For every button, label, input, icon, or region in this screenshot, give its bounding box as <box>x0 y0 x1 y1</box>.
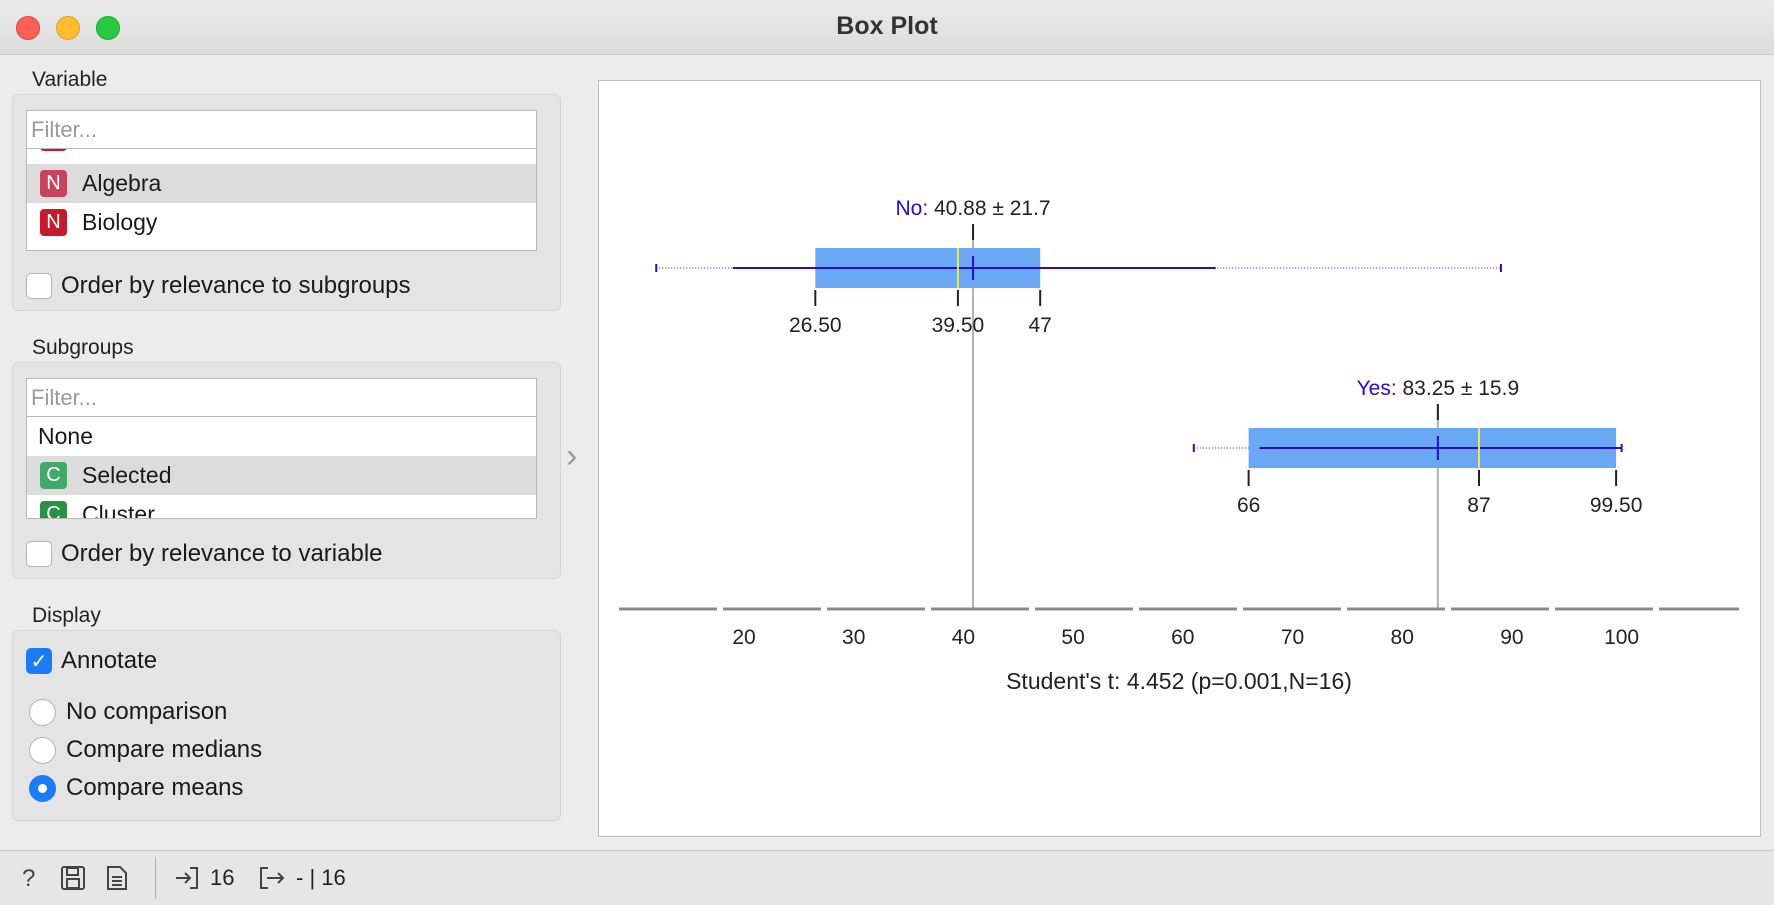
output-count: - | 16 <box>296 865 346 890</box>
mean-value: 40.88 ± 21.7 <box>934 197 1051 220</box>
box-plot-chart: No: 40.88 ± 21.7 26.50 39.50 47 Yes: 83.25 ±… <box>619 197 1739 694</box>
subgroups-list[interactable]: None C Selected C Cluster <box>26 417 537 519</box>
subgroup-item-selected[interactable]: C Selected <box>27 456 536 495</box>
series-name: No: <box>895 197 934 220</box>
numeric-variable-icon: N <box>40 209 67 236</box>
collapse-panel-chevron-icon[interactable]: › <box>566 437 577 476</box>
annotate-label: Annotate <box>61 647 158 674</box>
subgroup-item-none[interactable]: None <box>27 417 536 456</box>
subgroup-item-label: Cluster <box>82 501 155 519</box>
x-tick-label: 20 <box>732 626 755 649</box>
variable-item-biology[interactable]: N Biology <box>27 203 536 242</box>
annotate-checkbox[interactable]: ✓ <box>26 648 52 674</box>
box-plot-area: No: 40.88 ± 21.7 26.50 39.50 47 Yes: 83.25 ±… <box>598 80 1761 837</box>
input-count: 16 <box>210 865 235 890</box>
x-tick-label: 30 <box>842 626 865 649</box>
status-bar: ? 16 - | 16 <box>0 850 1774 905</box>
title-bar: Box Plot <box>0 0 1774 55</box>
x-tick-label: 70 <box>1281 626 1304 649</box>
annotate-row[interactable]: ✓ Annotate <box>26 647 157 675</box>
report-icon[interactable] <box>105 865 129 898</box>
numeric-variable-icon: N <box>40 149 67 151</box>
subgroup-item-label: None <box>38 423 93 449</box>
q1-label: 26.50 <box>789 314 842 337</box>
order-by-relevance-subgroups-row[interactable]: Order by relevance to subgroups <box>26 272 411 300</box>
subgroups-filter-input[interactable] <box>26 378 537 417</box>
q3-label: 99.50 <box>1590 494 1643 517</box>
q1-label: 66 <box>1237 494 1260 517</box>
x-tick-label: 60 <box>1171 626 1194 649</box>
no-comparison-label: No comparison <box>66 698 228 725</box>
compare-medians-radio[interactable] <box>29 736 56 764</box>
window-title: Box Plot <box>836 12 938 40</box>
order-by-relevance-variable-label: Order by relevance to variable <box>61 540 383 567</box>
status-separator <box>155 857 156 899</box>
median-label: 39.50 <box>932 314 985 337</box>
x-tick-label: 80 <box>1391 626 1414 649</box>
no-comparison-option[interactable]: No comparison <box>29 698 227 726</box>
display-section-label: Display <box>32 604 101 627</box>
subgroup-item-label: Selected <box>82 462 172 488</box>
compare-medians-option[interactable]: Compare medians <box>29 736 262 764</box>
save-icon[interactable] <box>60 865 86 898</box>
variable-list[interactable]: N N Algebra N Biology <box>26 149 537 251</box>
categorical-variable-icon: C <box>40 462 67 489</box>
output-icon <box>258 865 286 898</box>
subgroups-section-label: Subgroups <box>32 336 134 359</box>
variable-item-label: Algebra <box>82 170 162 196</box>
input-icon <box>174 865 200 898</box>
variable-filter-input[interactable] <box>26 110 537 149</box>
statistic-text: Student's t: 4.452 (p=0.001,N=16) <box>1006 668 1352 694</box>
mean-value: 83.25 ± 15.9 <box>1403 377 1520 400</box>
list-item-partial: N <box>27 149 536 157</box>
series-name: Yes: <box>1357 377 1403 400</box>
order-by-relevance-variable-checkbox[interactable] <box>26 541 52 567</box>
compare-means-option[interactable]: Compare means <box>29 774 243 802</box>
compare-means-label: Compare means <box>66 774 244 801</box>
compare-means-radio[interactable] <box>29 774 56 802</box>
help-icon[interactable]: ? <box>22 865 35 893</box>
no-comparison-radio[interactable] <box>29 698 56 726</box>
order-by-relevance-subgroups-label: Order by relevance to subgroups <box>61 272 411 299</box>
variable-item-label: Biology <box>82 209 158 235</box>
mean-label: Yes: 83.25 ± 15.9 <box>1357 377 1520 400</box>
categorical-variable-icon: C <box>40 501 67 518</box>
variable-item-algebra[interactable]: N Algebra <box>27 164 536 203</box>
x-tick-label: 40 <box>952 626 975 649</box>
order-by-relevance-variable-row[interactable]: Order by relevance to variable <box>26 540 383 568</box>
numeric-variable-icon: N <box>40 170 67 197</box>
variable-section-label: Variable <box>32 68 108 91</box>
box-plot-window: Box Plot Variable N N Algebra N Biology … <box>0 0 1774 905</box>
q3-label: 47 <box>1029 314 1052 337</box>
x-tick-label: 100 <box>1604 626 1639 649</box>
subgroup-item-cluster[interactable]: C Cluster <box>27 495 536 519</box>
mean-label: No: 40.88 ± 21.7 <box>895 197 1050 220</box>
order-by-relevance-subgroups-checkbox[interactable] <box>26 273 52 299</box>
median-label: 87 <box>1467 494 1490 517</box>
compare-medians-label: Compare medians <box>66 736 263 763</box>
x-tick-label: 50 <box>1061 626 1084 649</box>
x-tick-label: 90 <box>1500 626 1523 649</box>
